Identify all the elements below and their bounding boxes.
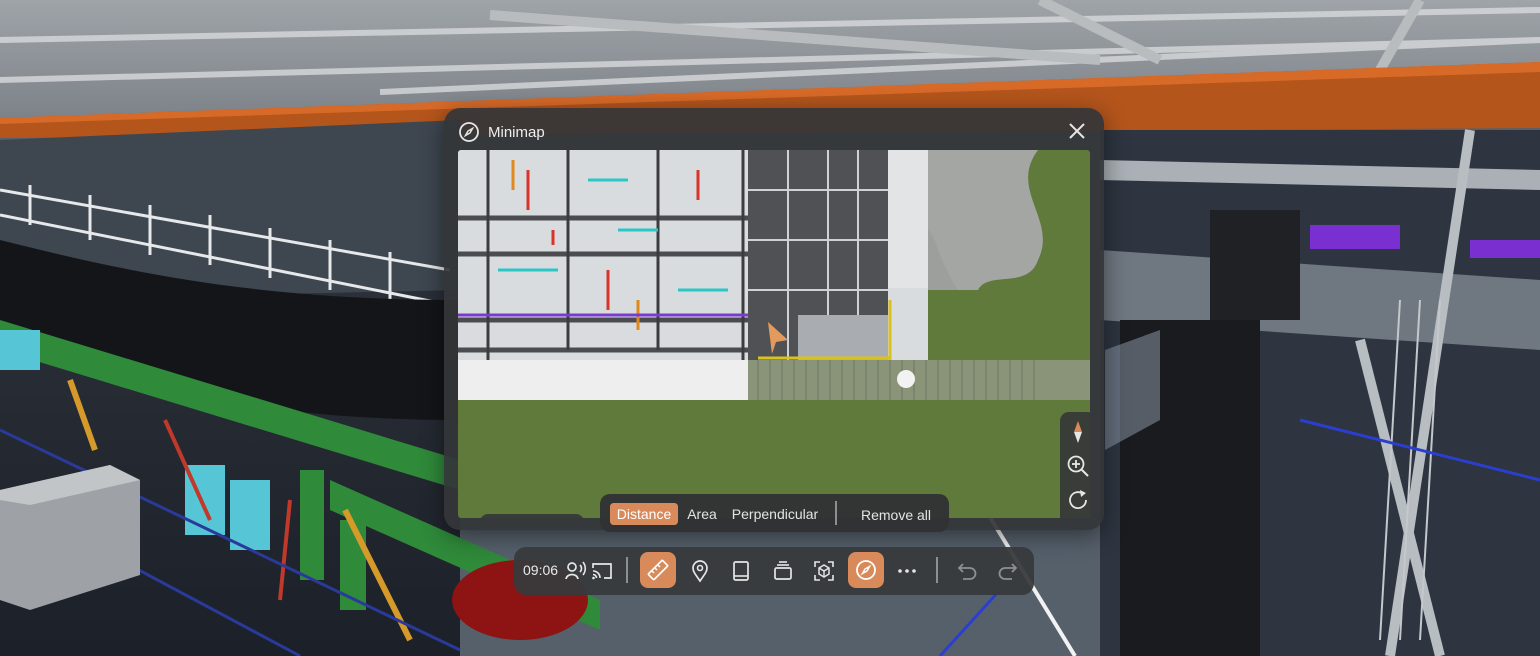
remove-all-button[interactable]: Remove all bbox=[852, 504, 940, 526]
tab-area[interactable]: Area bbox=[682, 503, 722, 525]
north-button[interactable] bbox=[1066, 420, 1090, 444]
redo-icon bbox=[998, 563, 1018, 580]
toolbar-separator bbox=[936, 557, 938, 583]
voice-button[interactable] bbox=[564, 559, 588, 583]
voice-icon bbox=[565, 561, 587, 580]
rotate-icon bbox=[1069, 490, 1087, 509]
measure-mode-bar: Distance Area Perpendicular Remove all bbox=[600, 494, 949, 532]
toolbar-separator bbox=[626, 557, 628, 583]
more-icon bbox=[898, 569, 916, 573]
minimap-button[interactable] bbox=[848, 552, 884, 588]
clock: 09:06 bbox=[523, 562, 559, 578]
minimap-panel: Minimap bbox=[444, 108, 1104, 530]
undo-button[interactable] bbox=[955, 559, 979, 583]
scan-cube-icon bbox=[814, 561, 834, 581]
tab-perpendicular[interactable]: Perpendicular bbox=[726, 503, 824, 525]
location-pin-button[interactable] bbox=[688, 559, 712, 583]
undo-icon bbox=[957, 563, 977, 580]
close-button[interactable] bbox=[1066, 120, 1088, 142]
measure-tool-button[interactable] bbox=[640, 552, 676, 588]
book-icon bbox=[733, 561, 749, 581]
layers-button[interactable] bbox=[771, 559, 795, 583]
location-pin-icon bbox=[692, 560, 708, 583]
main-toolbar: 09:06 bbox=[514, 547, 1034, 595]
zoom-in-icon bbox=[1067, 455, 1089, 477]
book-button[interactable] bbox=[729, 559, 753, 583]
minimap-title: Minimap bbox=[488, 123, 545, 141]
cast-icon bbox=[592, 563, 612, 580]
minimap-header: Minimap bbox=[458, 120, 545, 144]
compass-icon bbox=[459, 122, 479, 142]
cast-button[interactable] bbox=[590, 559, 614, 583]
rotate-button[interactable] bbox=[1066, 488, 1090, 512]
measure-separator bbox=[835, 501, 837, 525]
north-arrow-icon bbox=[1074, 421, 1082, 443]
scan-button[interactable] bbox=[812, 559, 836, 583]
scale-indicator: 4m bbox=[480, 514, 584, 518]
map-controls bbox=[1060, 412, 1090, 518]
more-button[interactable] bbox=[895, 559, 919, 583]
close-icon bbox=[1069, 123, 1085, 139]
zoom-in-button[interactable] bbox=[1066, 454, 1090, 478]
tab-distance[interactable]: Distance bbox=[610, 503, 678, 525]
ruler-icon bbox=[647, 559, 669, 581]
minimap-floorplan bbox=[458, 150, 1090, 518]
compass-icon bbox=[856, 560, 876, 580]
redo-button[interactable] bbox=[996, 559, 1020, 583]
layers-icon bbox=[774, 561, 792, 580]
minimap-view[interactable]: 4m bbox=[458, 150, 1090, 518]
pointer-cursor bbox=[897, 370, 915, 388]
